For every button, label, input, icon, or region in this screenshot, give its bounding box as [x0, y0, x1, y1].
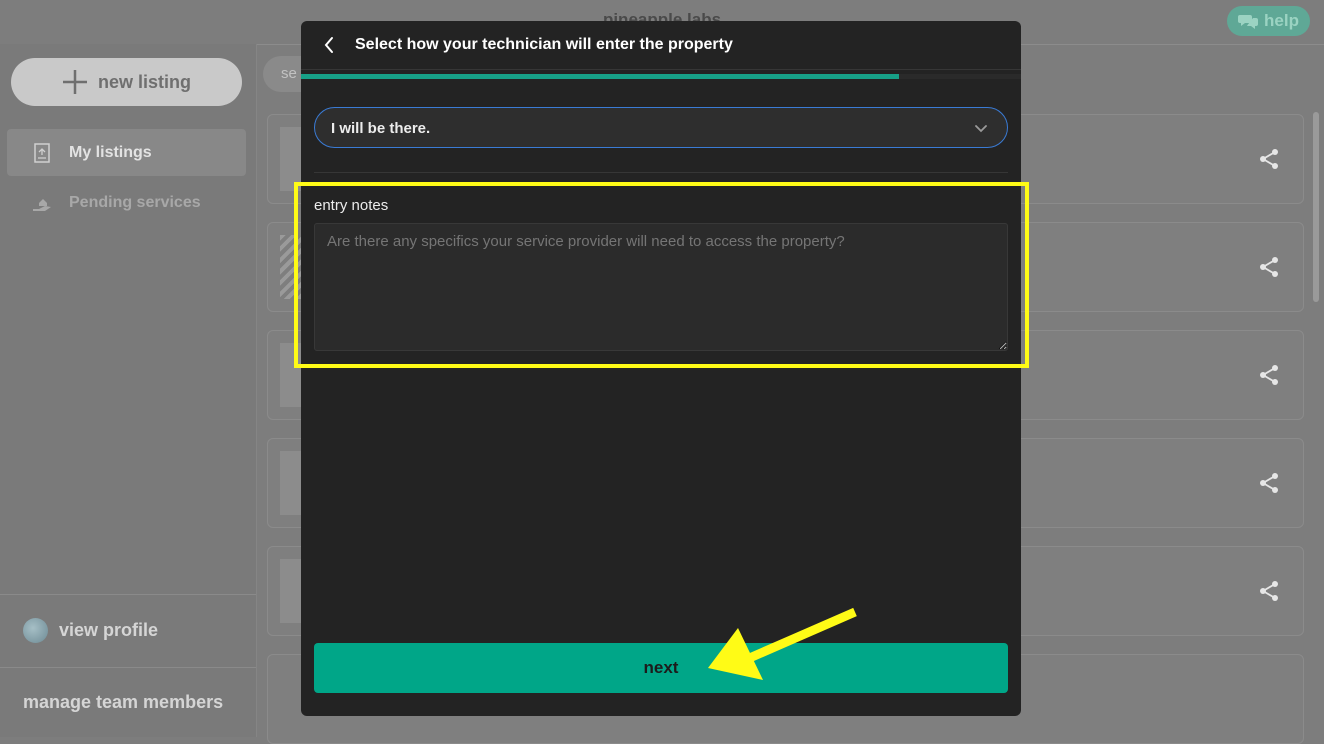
share-icon[interactable] [1258, 580, 1280, 602]
view-profile-label: view profile [59, 620, 159, 640]
sidebar-divider [0, 667, 256, 668]
back-button[interactable] [319, 35, 339, 55]
next-button[interactable]: next [314, 643, 1008, 693]
sidebar-divider [0, 594, 256, 595]
view-profile-link[interactable]: view profile [23, 618, 158, 643]
annotation-highlight-box [294, 182, 1029, 368]
modal-title: Select how your technician will enter th… [355, 36, 733, 53]
sidebar-item-pending-services[interactable]: Pending services [7, 179, 246, 226]
share-icon[interactable] [1258, 364, 1280, 386]
chevron-down-icon [975, 125, 987, 133]
entry-method-select[interactable]: I will be there. [314, 107, 1008, 148]
modal-divider [314, 172, 1008, 173]
sidebar-item-my-listings[interactable]: My listings [7, 129, 246, 176]
next-button-label: next [643, 658, 679, 677]
new-listing-button[interactable]: new listing [11, 58, 242, 106]
avatar [23, 618, 48, 643]
share-icon[interactable] [1258, 256, 1280, 278]
entry-method-selected-value: I will be there. [331, 120, 431, 137]
modal-header: Select how your technician will enter th… [301, 21, 1021, 70]
manage-team-members-link[interactable]: manage team members [23, 692, 223, 713]
scrollbar-thumb[interactable] [1313, 112, 1319, 302]
sidebar-item-label: Pending services [69, 193, 201, 211]
chat-bubbles-icon [1238, 15, 1259, 29]
annotation-arrow-icon [708, 607, 857, 680]
listing-thumbnail [280, 559, 302, 623]
help-label: help [1264, 11, 1299, 30]
plus-icon [62, 70, 87, 94]
hand-house-icon [33, 198, 51, 211]
entry-method-modal: Select how your technician will enter th… [301, 21, 1021, 716]
chevron-left-icon [324, 37, 333, 53]
share-icon[interactable] [1258, 148, 1280, 170]
progress-bar [301, 74, 1021, 79]
document-icon [34, 142, 50, 163]
share-icon[interactable] [1258, 472, 1280, 494]
listing-thumbnail [280, 451, 302, 515]
new-listing-label: new listing [97, 71, 191, 92]
help-button[interactable]: help [1227, 6, 1310, 36]
sidebar-item-label: My listings [69, 143, 152, 161]
progress-bar-fill [301, 74, 899, 79]
